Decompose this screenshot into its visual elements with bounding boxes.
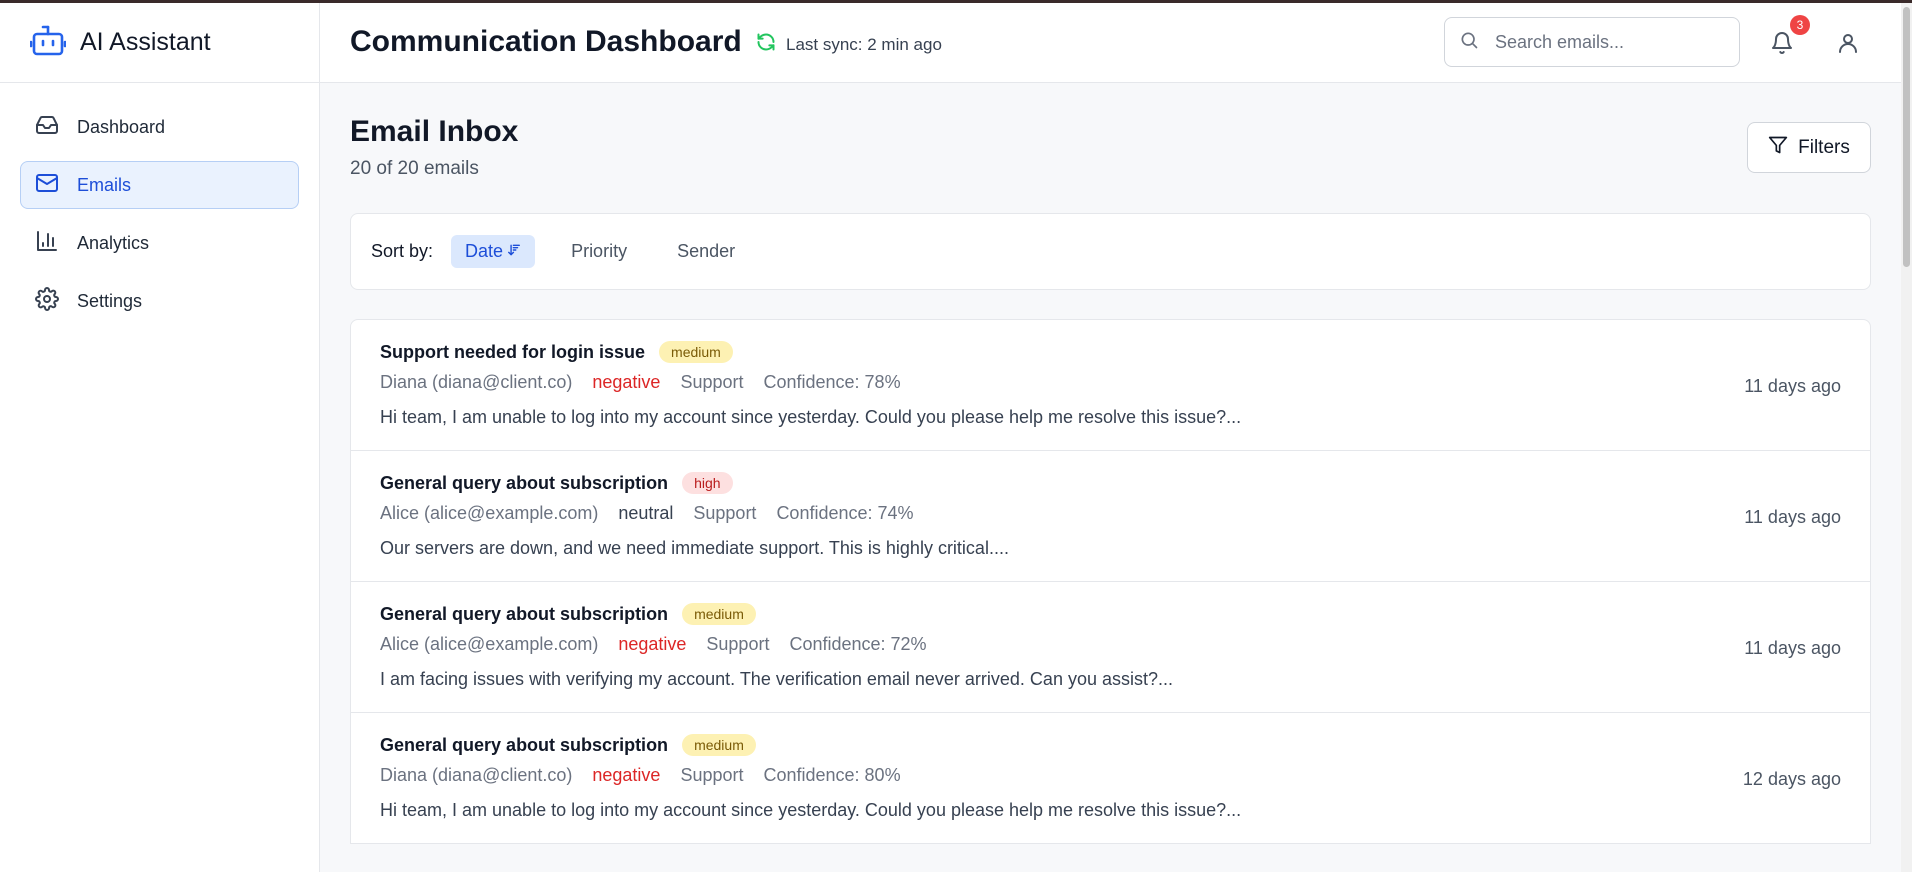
sync-text: Last sync: 2 min ago: [786, 34, 942, 54]
inbox-title: Email Inbox: [350, 115, 519, 148]
email-time: 11 days ago: [1744, 376, 1841, 396]
subject-row: General query about subscription high: [380, 472, 733, 494]
email-preview: I am facing issues with verifying my acc…: [380, 669, 1174, 689]
subject-row: Support needed for login issue medium: [380, 341, 733, 363]
email-subject: Support needed for login issue: [380, 341, 646, 362]
sort-label: Sort by:: [371, 241, 434, 261]
bell-icon[interactable]: [1770, 31, 1794, 60]
sidebar: AI Assistant Dashboard Emails Analytics …: [0, 3, 320, 872]
sidebar-item-label: Emails: [77, 174, 132, 195]
sidebar-item-label: Analytics: [77, 232, 150, 253]
page-title: Communication Dashboard: [350, 25, 742, 58]
top-header: Communication Dashboard Last sync: 2 min…: [320, 3, 1901, 83]
user-icon[interactable]: [1836, 31, 1860, 60]
confidence-label: Confidence: 78%: [763, 372, 901, 392]
email-subject: General query about subscription: [380, 472, 669, 493]
mail-icon: [35, 171, 59, 200]
sidebar-nav: Dashboard Emails Analytics Settings: [0, 83, 319, 355]
email-time: 11 days ago: [1744, 507, 1841, 527]
category-label: Support: [680, 372, 744, 392]
sidebar-item-settings[interactable]: Settings: [20, 277, 299, 325]
priority-badge: medium: [682, 603, 756, 625]
confidence-label: Confidence: 80%: [763, 765, 901, 785]
robot-icon: [29, 23, 67, 62]
subject-row: General query about subscription medium: [380, 603, 756, 625]
sidebar-item-label: Settings: [77, 290, 143, 311]
search-input[interactable]: [1493, 30, 1727, 54]
sort-bar: Sort by: Date Priority Sender: [350, 213, 1871, 290]
app-name: AI Assistant: [80, 28, 211, 56]
gear-icon: [35, 286, 59, 316]
email-time: 11 days ago: [1744, 638, 1841, 658]
sort-sender-button[interactable]: Sender: [663, 235, 749, 268]
filters-button[interactable]: Filters: [1747, 122, 1871, 173]
subject-row: General query about subscription medium: [380, 734, 756, 756]
sort-date-button[interactable]: Date: [451, 235, 536, 268]
email-meta: Diana (diana@client.co) negative Support…: [380, 372, 901, 393]
sentiment-label: negative: [592, 765, 661, 785]
category-label: Support: [680, 765, 744, 785]
category-label: Support: [706, 634, 770, 654]
sort-date-label: Date: [465, 241, 504, 261]
sidebar-item-analytics[interactable]: Analytics: [20, 219, 299, 267]
category-label: Support: [693, 503, 757, 523]
refresh-icon[interactable]: [756, 32, 776, 57]
search-box[interactable]: [1444, 17, 1740, 67]
confidence-label: Confidence: 72%: [789, 634, 927, 654]
filter-icon: [1768, 135, 1788, 161]
email-row[interactable]: General query about subscription medium …: [351, 713, 1870, 843]
sidebar-item-dashboard[interactable]: Dashboard: [20, 103, 299, 151]
email-preview: Our servers are down, and we need immedi…: [380, 538, 1009, 558]
notification-badge: 3: [1790, 15, 1810, 35]
sentiment-label: negative: [592, 372, 661, 392]
filters-label: Filters: [1798, 136, 1850, 158]
email-count: 20 of 20 emails: [350, 158, 479, 179]
sort-priority-button[interactable]: Priority: [557, 235, 641, 268]
inbox-icon: [35, 113, 59, 142]
sync-status: Last sync: 2 min ago: [756, 32, 942, 57]
sidebar-item-emails[interactable]: Emails: [20, 161, 299, 209]
priority-badge: medium: [659, 341, 733, 363]
sidebar-item-label: Dashboard: [77, 116, 166, 137]
sort-descending-icon: [507, 241, 521, 262]
email-preview: Hi team, I am unable to log into my acco…: [380, 800, 1242, 820]
email-sender: Alice (alice@example.com): [380, 634, 599, 654]
email-meta: Alice (alice@example.com) neutral Suppor…: [380, 503, 914, 524]
search-icon: [1459, 30, 1479, 55]
email-row[interactable]: General query about subscription medium …: [351, 582, 1870, 713]
email-meta: Alice (alice@example.com) negative Suppo…: [380, 634, 927, 655]
brand[interactable]: AI Assistant: [0, 3, 319, 83]
page-scrollbar[interactable]: [1901, 3, 1912, 872]
email-sender: Diana (diana@client.co): [380, 372, 573, 392]
email-sender: Diana (diana@client.co): [380, 765, 573, 785]
sentiment-label: neutral: [618, 503, 674, 523]
email-preview: Hi team, I am unable to log into my acco…: [380, 407, 1242, 427]
email-row[interactable]: Support needed for login issue medium Di…: [351, 320, 1870, 451]
priority-badge: medium: [682, 734, 756, 756]
confidence-label: Confidence: 74%: [776, 503, 914, 523]
email-row[interactable]: General query about subscription high Al…: [351, 451, 1870, 582]
bar-chart-icon: [35, 229, 59, 258]
priority-badge: high: [682, 472, 733, 494]
email-sender: Alice (alice@example.com): [380, 503, 599, 523]
scrollbar-thumb[interactable]: [1903, 7, 1910, 267]
email-subject: General query about subscription: [380, 603, 669, 624]
email-list: Support needed for login issue medium Di…: [350, 319, 1871, 844]
email-meta: Diana (diana@client.co) negative Support…: [380, 765, 901, 786]
sentiment-label: negative: [618, 634, 687, 654]
email-subject: General query about subscription: [380, 734, 669, 755]
email-time: 12 days ago: [1742, 769, 1841, 789]
